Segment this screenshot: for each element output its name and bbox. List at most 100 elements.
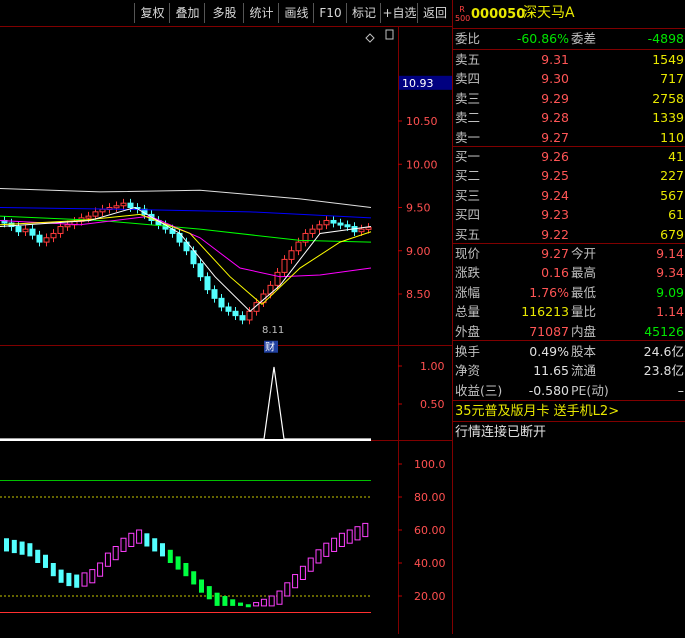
candle-body xyxy=(274,271,281,286)
quote-panel: R 500 000050 深天马A 委比 -60.86% 委差 -4898 卖五… xyxy=(452,0,685,634)
candle-body xyxy=(29,228,36,236)
weicha-value: -4898 xyxy=(647,31,684,46)
oscillator-bar xyxy=(43,554,48,568)
candle-body xyxy=(232,310,239,317)
kline-chart[interactable]: 10.50 10.00 9.50 9.00 8.50 10.93 1.00 0.50 100.0… xyxy=(0,26,452,634)
candle-body xyxy=(225,306,232,312)
fundamental-value: 11.65 xyxy=(533,363,569,379)
candle-body xyxy=(365,226,372,230)
oscillator-bar xyxy=(120,537,127,552)
ma-60 xyxy=(0,207,372,219)
toolbar-button-2[interactable]: 多股 xyxy=(204,3,244,23)
promo-link[interactable]: 35元普及版月卡 送手机L2> xyxy=(453,402,685,421)
fundamental-label: 股本 xyxy=(571,344,597,359)
candle-body xyxy=(120,202,127,207)
weibi-value: -60.86% xyxy=(516,31,569,46)
chart-area[interactable]: 10.50 10.00 9.50 9.00 8.50 10.93 1.00 0.50 100.0… xyxy=(0,26,452,634)
asks-row: 卖四 9.30 717 xyxy=(453,69,685,88)
quote-value: 1.14 xyxy=(656,304,684,320)
quote-value: 0.16 xyxy=(541,265,569,281)
low-tick-label: 80.00 xyxy=(414,491,446,504)
toolbar-button-3[interactable]: 统计 xyxy=(243,3,279,23)
oscillator-bar xyxy=(230,599,236,606)
oscillator-bar xyxy=(58,569,64,583)
toolbar-button-7[interactable]: +自选 xyxy=(380,3,418,23)
oscillator-bar xyxy=(214,592,220,606)
bids-volume: 679 xyxy=(660,226,684,242)
fundamental-value: -0.580 xyxy=(528,382,569,398)
quote-label: 总量 xyxy=(455,304,481,320)
low-tick-label: 100.0 xyxy=(414,458,446,471)
bids-label: 买二 xyxy=(455,168,481,184)
oscillator-bar xyxy=(19,541,25,555)
bids-row: 买三 9.24 567 xyxy=(453,186,685,205)
asks-label: 卖五 xyxy=(455,52,481,67)
quote-label: 现价 xyxy=(455,246,481,261)
bids-price: 9.24 xyxy=(541,187,569,203)
badge-bottom: 500 xyxy=(455,14,471,23)
candle-body xyxy=(22,228,29,233)
ma-5 xyxy=(0,206,372,312)
oscillator-bar xyxy=(112,546,119,561)
toolbar-button-0[interactable]: 复权 xyxy=(134,3,170,23)
level-badge: R 500 xyxy=(455,5,471,23)
asks-volume: 1339 xyxy=(652,110,684,126)
toolbar-button-4[interactable]: 画线 xyxy=(278,3,314,23)
candle-body xyxy=(197,263,204,278)
fundamental-value: 0.49% xyxy=(529,344,569,359)
oscillator-bar xyxy=(245,604,251,608)
candle-body xyxy=(246,310,253,321)
oscillator-bar xyxy=(292,574,299,589)
candle-body xyxy=(92,211,99,217)
ma-long xyxy=(0,187,372,208)
toolbar-button-6[interactable]: 标记 xyxy=(346,3,381,23)
mid-tick-label: 0.50 xyxy=(420,398,445,411)
current-price-label: 10.93 xyxy=(402,77,434,90)
candle-body xyxy=(50,232,57,239)
oscillator-bar xyxy=(284,582,291,597)
quote-label: 最低 xyxy=(571,284,597,300)
indicator-spike xyxy=(0,366,371,440)
bids-label: 买四 xyxy=(455,207,481,223)
low-price-annotation: 8.11 xyxy=(262,325,284,336)
status-text: 行情连接已断开 xyxy=(455,425,547,440)
candle-body xyxy=(64,224,71,228)
bids-row: 买四 9.23 61 xyxy=(453,205,685,224)
asks-volume: 717 xyxy=(660,71,684,87)
oscillator-bar xyxy=(11,539,17,554)
toolbar-button-8[interactable]: 返回 xyxy=(417,3,452,23)
quote-value: 9.14 xyxy=(656,246,684,261)
quote-label: 量比 xyxy=(571,304,597,320)
asks-price: 9.31 xyxy=(541,52,569,67)
quote-label: 外盘 xyxy=(455,323,481,339)
bids-price: 9.22 xyxy=(541,226,569,242)
oscillator-bar xyxy=(160,543,165,557)
toolbar-button-1[interactable]: 叠加 xyxy=(169,3,205,23)
quote-label: 最高 xyxy=(571,265,597,281)
asks-row: 卖二 9.28 1339 xyxy=(453,108,685,127)
candle-body xyxy=(204,276,211,291)
asks-price: 9.30 xyxy=(541,71,569,87)
oscillator-bar xyxy=(81,572,88,587)
fundamental-row: 净资 11.65 流通 23.8亿 xyxy=(453,361,685,380)
bids-price: 9.25 xyxy=(541,168,569,184)
badge-top: R xyxy=(459,5,465,14)
bids-label: 买三 xyxy=(455,187,481,203)
candle-body xyxy=(344,224,351,228)
oscillator-bar xyxy=(338,532,345,547)
promo-text[interactable]: 35元普及版月卡 送手机L2> xyxy=(455,402,619,421)
fundamental-row: 换手 0.49% 股本 24.6亿 xyxy=(453,342,685,361)
oscillator-bar xyxy=(136,529,143,544)
oscillator-bar xyxy=(89,569,96,584)
bids-row: 买一 9.26 41 xyxy=(453,147,685,166)
low-tick-label: 20.00 xyxy=(414,590,446,603)
toolbar: 复权 叠加 多股 统计 画线 F10 标记 +自选 返回 xyxy=(0,0,452,26)
oscillator-bar xyxy=(104,552,111,567)
window-icon xyxy=(385,29,394,40)
stock-header: R 500 000050 深天马A xyxy=(453,3,685,27)
oscillator-bar xyxy=(50,563,56,577)
quote-label: 涨跌 xyxy=(455,265,481,281)
oscillator-bar xyxy=(74,574,80,588)
candle-body xyxy=(113,205,120,209)
toolbar-button-5[interactable]: F10 xyxy=(313,3,347,23)
